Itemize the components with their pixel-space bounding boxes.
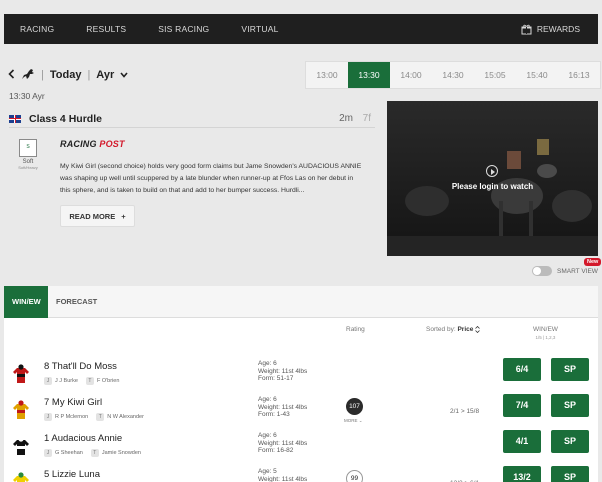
- race-time-course: 13:30 Ayr: [9, 91, 45, 101]
- rewards-label: REWARDS: [536, 24, 580, 34]
- market-tabs: WIN/EW FORECAST: [4, 286, 598, 318]
- win-odds-button[interactable]: 13/2: [503, 466, 541, 482]
- nav-sis-racing[interactable]: SIS RACING: [142, 24, 225, 34]
- win-odds-button[interactable]: 6/4: [503, 358, 541, 381]
- course-selector[interactable]: Ayr: [96, 69, 114, 81]
- jockey-name: J J Burke: [55, 378, 78, 384]
- login-to-watch-text: Please login to watch: [451, 182, 534, 191]
- time-tab[interactable]: 14:00: [390, 62, 432, 88]
- header-separator-2: |: [87, 69, 91, 81]
- smart-view-label: SMART VIEW: [557, 267, 598, 275]
- price-history: 2/1 > 15/8: [450, 408, 480, 415]
- play-icon[interactable]: [486, 165, 498, 177]
- more-toggle[interactable]: MORE ⌄: [344, 418, 363, 424]
- going-icon: S: [19, 139, 37, 157]
- tab-forecast[interactable]: FORECAST: [48, 286, 105, 318]
- jockey-silk-icon: [13, 400, 29, 419]
- runner-name[interactable]: 8 That'll Do Moss: [44, 361, 117, 372]
- runner-connections: JJ J Burke T F O'brien: [44, 377, 119, 385]
- rating-badge: 99: [346, 470, 363, 482]
- top-navigation: RACING RESULTS SIS RACING VIRTUAL REWARD…: [4, 14, 598, 44]
- runner-details: Age: 6 Weight: 11st 4lbs Form: 51-17: [258, 360, 308, 382]
- chevron-left-icon[interactable]: [8, 68, 15, 82]
- win-odds-button[interactable]: 7/4: [503, 394, 541, 417]
- runner-row: 1 Audacious Annie J G Sheehan T Jamie Snowde…: [4, 428, 598, 468]
- runner-row: 5 Lizzie Luna Age: 5 Weight: 11st 4lbs 99 13…: [4, 464, 598, 482]
- runner-details: Age: 6 Weight: 11st 4lbs Form: 1-43: [258, 396, 308, 418]
- runner-name[interactable]: 1 Audacious Annie: [44, 433, 122, 444]
- going-sub-label: Soft/Heavy: [18, 165, 38, 170]
- sort-control[interactable]: Sorted by: Price: [426, 325, 480, 334]
- time-tab[interactable]: 15:05: [474, 62, 516, 88]
- chevron-down-icon[interactable]: [120, 69, 128, 81]
- race-distance: 2m: [339, 113, 353, 124]
- read-more-button[interactable]: READ MORE +: [60, 205, 135, 227]
- runner-details: Age: 5 Weight: 11st 4lbs: [258, 468, 308, 482]
- plus-icon: +: [121, 211, 126, 221]
- jockey-silk-icon: [13, 364, 29, 383]
- sp-odds-button[interactable]: SP: [551, 430, 589, 453]
- time-tab-active[interactable]: 13:30: [348, 62, 390, 88]
- sp-odds-button[interactable]: SP: [551, 466, 589, 482]
- runner-name[interactable]: 7 My Kiwi Girl: [44, 397, 102, 408]
- time-tab[interactable]: 13:00: [306, 62, 348, 88]
- jockey-silk-icon: [13, 436, 29, 455]
- going-indicator: S Soft Soft/Heavy: [18, 139, 38, 170]
- racing-post-logo: RACING POST: [60, 139, 125, 149]
- race-time-tabs: 13:00 13:30 14:00 14:30 15:05 15:40 16:1…: [305, 61, 601, 89]
- time-tab[interactable]: 15:40: [516, 62, 558, 88]
- runner-connections: JR P Mclernon T N W Alexander: [44, 413, 144, 421]
- runner-row: 7 My Kiwi Girl J R P Mclernon T N W Alexande…: [4, 392, 598, 432]
- race-furlongs: 7f: [362, 113, 371, 124]
- meeting-header: | Today | Ayr: [8, 64, 128, 86]
- sp-odds-button[interactable]: SP: [551, 394, 589, 417]
- trainer-name: Jamie Snowden: [101, 450, 141, 456]
- gift-icon: [521, 24, 532, 35]
- header-separator: |: [41, 69, 44, 81]
- time-tab[interactable]: 16:13: [558, 62, 600, 88]
- race-title-bar: Class 4 Hurdle 2m 7f: [9, 110, 375, 128]
- race-still-image: [387, 101, 598, 256]
- read-more-label: READ MORE: [69, 211, 116, 221]
- sort-icon: [475, 325, 480, 334]
- jockey-silk-icon: [13, 472, 29, 482]
- win-ew-column-header: WIN/EW 1/5 | 1,2,3: [533, 326, 558, 340]
- toggle-switch[interactable]: [532, 266, 552, 276]
- nav-racing[interactable]: RACING: [4, 24, 70, 34]
- trainer-name: F O'brien: [96, 378, 120, 384]
- new-badge: New: [584, 258, 602, 266]
- live-stream-player[interactable]: Please login to watch: [387, 101, 598, 256]
- jockey-name: R P Mclernon: [55, 414, 89, 420]
- each-way-terms: 1/5 | 1,2,3: [535, 335, 556, 340]
- runner-connections: JG Sheehan T Jamie Snowden: [44, 449, 141, 457]
- time-tab[interactable]: 14:30: [432, 62, 474, 88]
- win-odds-button[interactable]: 4/1: [503, 430, 541, 453]
- racing-post-verdict: My Kiwi Girl (second choice) holds very …: [60, 163, 362, 194]
- race-class: Class 4 Hurdle: [29, 112, 102, 125]
- day-selector[interactable]: Today: [50, 69, 82, 81]
- smart-view-toggle[interactable]: SMART VIEW: [532, 266, 598, 276]
- tab-win-ew[interactable]: WIN/EW: [4, 286, 48, 318]
- nav-results[interactable]: RESULTS: [70, 24, 142, 34]
- trainer-name: N W Alexander: [107, 414, 144, 420]
- rating-badge: 107: [346, 398, 363, 415]
- runner-name[interactable]: 5 Lizzie Luna: [44, 469, 100, 480]
- rewards-link[interactable]: REWARDS: [521, 14, 580, 44]
- uk-flag-icon: [9, 114, 21, 123]
- runner-row: 8 That'll Do Moss J J J Burke T F O'brien Age…: [4, 356, 598, 396]
- runner-details: Age: 6 Weight: 11st 4lbs Form: 16-82: [258, 432, 308, 454]
- sp-odds-button[interactable]: SP: [551, 358, 589, 381]
- jockey-name: G Sheehan: [55, 450, 83, 456]
- nav-virtual[interactable]: VIRTUAL: [225, 24, 294, 34]
- horse-icon: [21, 68, 35, 83]
- rating-column-header: Rating: [346, 326, 365, 333]
- betting-market: WIN/EW FORECAST Rating Sorted by: Price …: [4, 286, 598, 482]
